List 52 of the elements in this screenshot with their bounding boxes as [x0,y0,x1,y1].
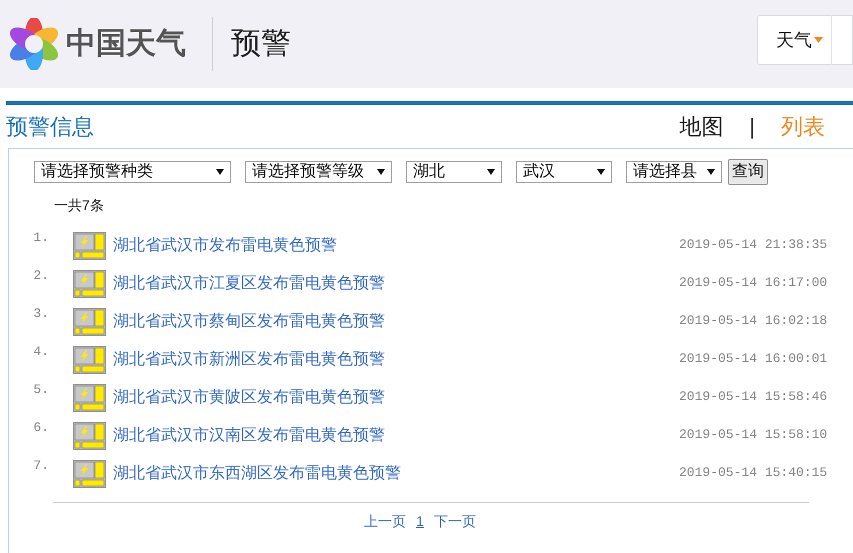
row-number: 7. [32,457,49,475]
alert-link[interactable]: 湖北省武汉市黄陂区发布雷电黄色预警 [113,386,385,410]
total-count: 一共7条 [54,196,105,215]
lightning-warning-icon [73,346,106,374]
dropdown-select[interactable]: 请选择预警等级 [245,161,392,183]
tab-separator: | [749,113,755,141]
view-tab[interactable]: 列表 [781,110,825,143]
page-title: 预警信息 [6,113,94,141]
caret-icon [814,37,823,43]
lightning-warning-icon [73,270,106,298]
lightning-warning-icon [73,422,106,450]
alert-time: 2019-05-14 15:40:15 [679,464,828,482]
alert-link[interactable]: 湖北省武汉市汉南区发布雷电黄色预警 [113,424,385,448]
alert-link[interactable]: 湖北省武汉市新洲区发布雷电黄色预警 [113,348,385,372]
site-logo-text[interactable]: 中国天气 [66,29,186,59]
alert-time: 2019-05-14 15:58:10 [679,426,828,444]
query-button[interactable]: 查询 [728,159,768,185]
caret-icon [707,168,715,176]
alert-link[interactable]: 湖北省武汉市东西湖区发布雷电黄色预警 [113,462,401,486]
row-number: 4. [32,343,49,361]
page-number-link[interactable]: 1 [416,511,424,532]
lightning-warning-icon [73,232,106,260]
nav-menu[interactable]: 天气 [757,15,853,65]
alert-time: 2019-05-14 16:17:00 [679,274,828,292]
alert-link[interactable]: 湖北省武汉市蔡甸区发布雷电黄色预警 [113,310,385,334]
row-number: 1. [32,229,49,247]
row-number: 3. [32,305,49,323]
swirl-logo-icon [8,18,60,70]
alert-link[interactable]: 湖北省武汉市发布雷电黄色预警 [113,234,337,258]
dropdown-select[interactable]: 武汉 [516,161,612,183]
section-title: 预警 [231,29,291,59]
row-number: 2. [32,267,49,285]
alert-time: 2019-05-14 16:00:01 [679,350,828,368]
row-number: 6. [32,419,49,437]
view-tab[interactable]: 地图 [679,110,724,143]
caret-icon [216,168,224,176]
lightning-warning-icon [73,384,106,412]
alert-time: 2019-05-14 16:02:18 [679,312,828,330]
caret-icon [487,168,495,176]
next-page-link[interactable]: 下一页 [434,511,476,532]
dropdown-select[interactable]: 请选择县 [626,161,722,183]
alert-link[interactable]: 湖北省武汉市江夏区发布雷电黄色预警 [113,272,385,296]
dropdown-select[interactable]: 请选择预警种类 [34,161,231,183]
caret-icon [377,168,385,176]
lightning-warning-icon [73,460,106,488]
prev-page-link[interactable]: 上一页 [364,511,406,532]
alert-time: 2019-05-14 21:38:35 [679,236,828,254]
lightning-warning-icon [73,308,106,336]
dropdown-select[interactable]: 湖北 [406,161,502,183]
alert-time: 2019-05-14 15:58:46 [679,388,828,406]
row-number: 5. [32,381,49,399]
caret-icon [597,168,605,176]
